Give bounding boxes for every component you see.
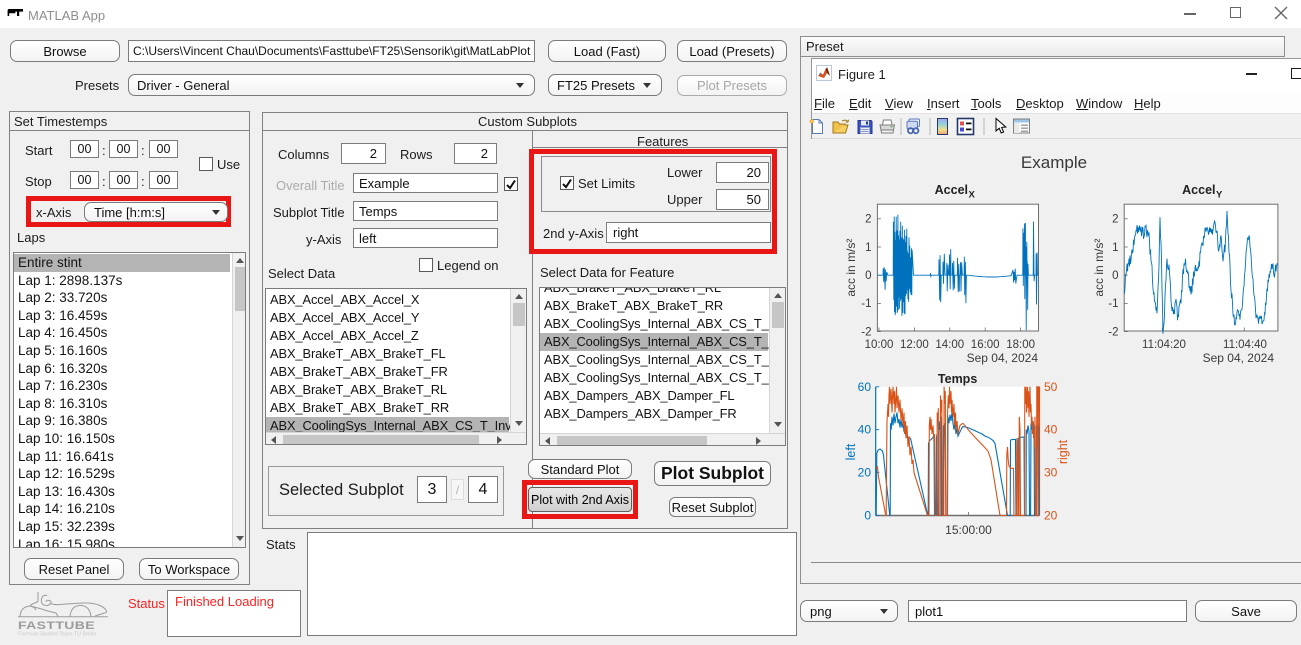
svg-text:X: X (969, 190, 976, 201)
svg-text:40: 40 (858, 423, 872, 437)
svg-text:0: 0 (865, 270, 871, 282)
svg-text:Accel: Accel (1182, 183, 1215, 197)
svg-text:20: 20 (1044, 509, 1058, 523)
svg-text:1: 1 (1112, 242, 1118, 254)
svg-text:11:04:20: 11:04:20 (1142, 339, 1186, 351)
svg-text:Accel: Accel (935, 183, 968, 197)
svg-text:20: 20 (858, 466, 872, 480)
svg-text:Sep 04, 2024: Sep 04, 2024 (967, 351, 1039, 365)
svg-text:FASTTUBE: FASTTUBE (18, 619, 95, 631)
svg-text:11:04:40: 11:04:40 (1223, 339, 1267, 351)
svg-text:40: 40 (1044, 423, 1058, 437)
svg-text:Sep 04, 2024: Sep 04, 2024 (1203, 351, 1275, 365)
svg-text:10:00: 10:00 (865, 339, 894, 351)
svg-text:-2: -2 (1108, 326, 1118, 338)
svg-text:12:00: 12:00 (900, 339, 929, 351)
svg-text:30: 30 (1044, 466, 1058, 480)
svg-text:left: left (844, 443, 858, 460)
svg-text:Example: Example (1021, 153, 1087, 172)
svg-text:2: 2 (1112, 214, 1118, 226)
svg-text:15:00:00: 15:00:00 (945, 523, 992, 537)
svg-text:acc in m/s²: acc in m/s² (1092, 239, 1106, 297)
svg-text:60: 60 (858, 380, 872, 394)
svg-text:-1: -1 (861, 298, 871, 310)
svg-text:Y: Y (1216, 190, 1223, 201)
svg-text:14:00: 14:00 (935, 339, 964, 351)
svg-text:2: 2 (865, 214, 871, 226)
svg-text:1: 1 (865, 242, 871, 254)
svg-text:acc in m/s²: acc in m/s² (844, 239, 858, 297)
svg-text:16:00: 16:00 (971, 339, 1000, 351)
svg-text:-1: -1 (1108, 298, 1118, 310)
svg-text:right: right (1056, 439, 1070, 464)
svg-text:Formula Student Team TU Berlin: Formula Student Team TU Berlin (18, 632, 96, 638)
svg-text:0: 0 (1112, 270, 1118, 282)
svg-text:Temps: Temps (938, 372, 977, 386)
svg-text:18:00: 18:00 (1006, 339, 1035, 351)
svg-text:-2: -2 (861, 326, 871, 338)
svg-text:0: 0 (864, 509, 871, 523)
svg-text:50: 50 (1044, 380, 1058, 394)
